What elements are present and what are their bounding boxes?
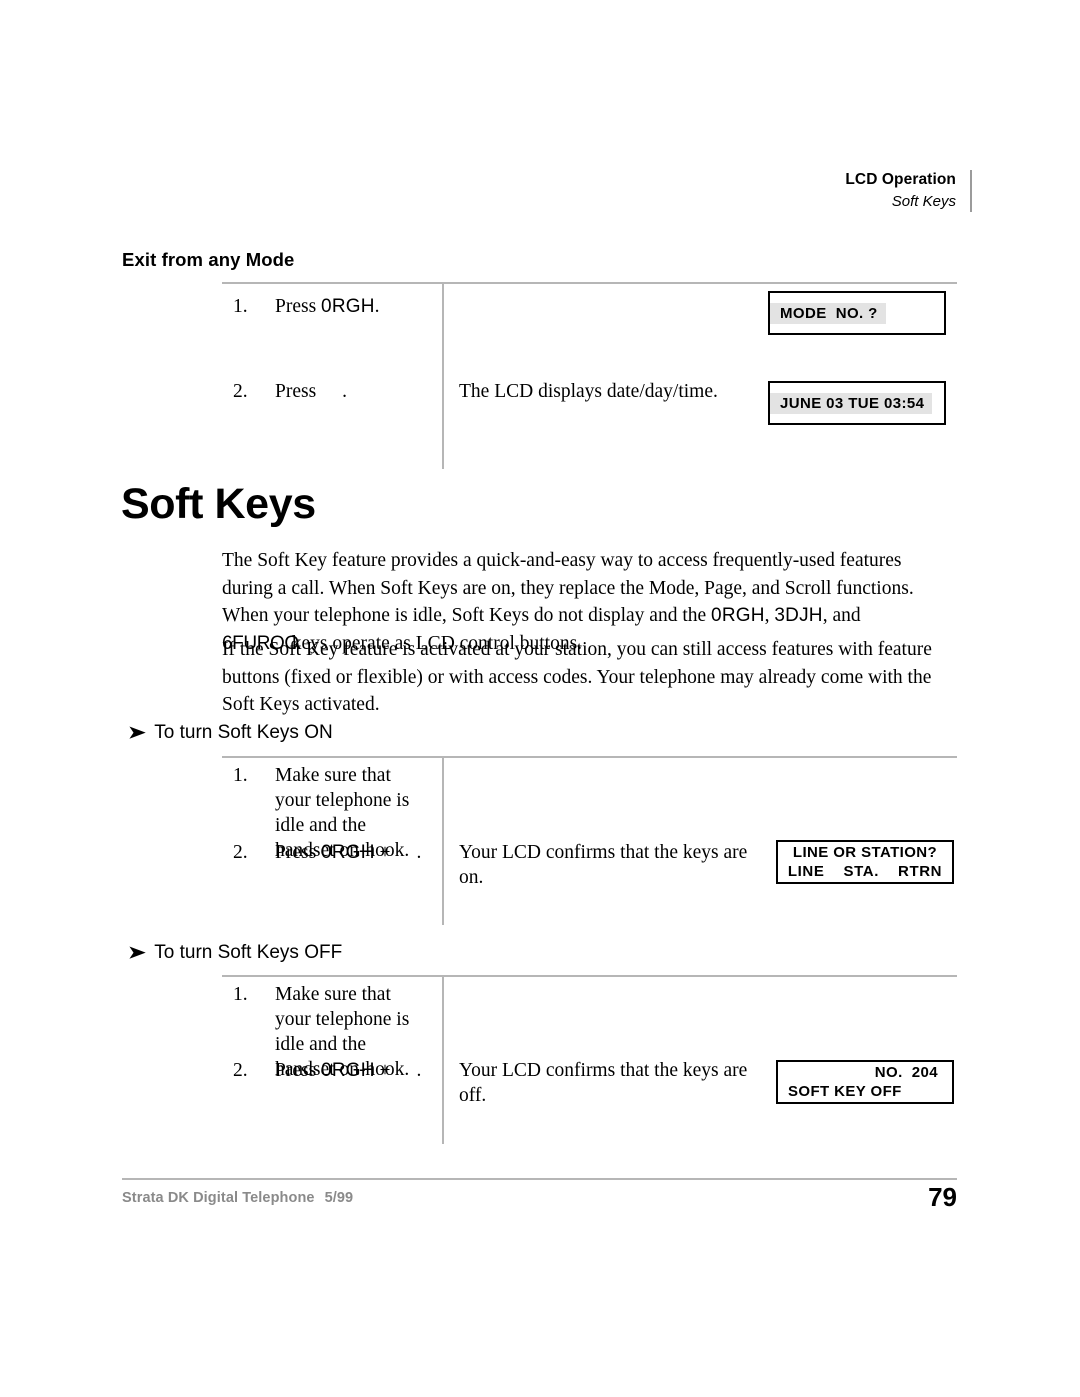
arrow-icon: ➤ — [128, 723, 146, 742]
step-period: . — [342, 381, 348, 402]
mode-key-glyph: 0RGH — [321, 296, 375, 317]
press-label: Press — [275, 296, 317, 317]
soft-keys-on-result: Your LCD confirms that the keys are on. — [459, 842, 748, 888]
running-header: LCD Operation Soft Keys — [700, 170, 972, 213]
lcd-line-1: JUNE 03 TUE 03:54 — [770, 392, 933, 414]
exit-step-2-result: The LCD displays date/day/time. — [459, 381, 718, 402]
lcd-line-2: SOFT KEY OFF — [788, 1083, 902, 1100]
step-text: Press. — [275, 379, 433, 404]
page-number: 79 — [928, 1182, 957, 1212]
table-column-divider — [442, 284, 444, 469]
procedure-heading-label: To turn Soft Keys OFF — [154, 942, 343, 963]
step-number: 2. — [233, 381, 248, 402]
procedure-heading-soft-keys-on: ➤ To turn Soft Keys ON — [128, 722, 333, 744]
mode-key-glyph: 0RGH — [321, 1060, 375, 1081]
footer-document-title: Strata DK Digital Telephone — [122, 1190, 315, 1206]
footer-date: 5/99 — [324, 1190, 354, 1206]
step-period: . — [374, 296, 380, 317]
footer-document-info: Strata DK Digital Telephone 5/99 — [122, 1190, 353, 1206]
press-label: Press — [275, 381, 317, 402]
step-number: 1. — [233, 984, 248, 1005]
mode-key-glyph: 0RGH — [321, 842, 375, 863]
key-separator: , — [764, 605, 775, 626]
lcd-line-1: MODE NO. ? — [770, 302, 886, 324]
lcd-line-1: LINE OR STATION? — [792, 844, 938, 861]
press-label: Press — [275, 842, 317, 863]
lcd-display-soft-key-off: NO. 204 SOFT KEY OFF — [776, 1060, 954, 1104]
step-number: 2. — [233, 1060, 248, 1081]
plus-sign: + — [379, 842, 391, 863]
step-text: Press 0RGH +. — [275, 1058, 443, 1083]
page-title: Soft Keys — [121, 480, 316, 528]
step-number: 2. — [233, 842, 248, 863]
plus-sign: + — [379, 1060, 391, 1081]
procedure-heading-label: To turn Soft Keys ON — [154, 722, 333, 743]
procedure-heading-soft-keys-off: ➤ To turn Soft Keys OFF — [128, 942, 342, 964]
key-separator: , and — [822, 605, 861, 626]
step-number: 1. — [233, 765, 248, 786]
intro-paragraph-2: If the Soft Key feature is activated at … — [222, 639, 932, 715]
mode-key-glyph: 0RGH — [711, 605, 765, 626]
lcd-display-line-or-station: LINE OR STATION? LINE STA. RTRN — [776, 840, 954, 884]
step-text: Press 0RGH. — [275, 294, 433, 319]
soft-keys-off-step-2: 2. Press 0RGH +. — [233, 1058, 443, 1083]
step-period: . — [416, 842, 422, 863]
footer-divider — [122, 1178, 957, 1180]
lcd-display-mode-no: MODE NO. ? — [768, 291, 946, 335]
soft-keys-on-step-2: 2. Press 0RGH +. — [233, 840, 443, 865]
press-label: Press — [275, 1060, 317, 1081]
document-page: LCD Operation Soft Keys Exit from any Mo… — [0, 0, 1080, 1397]
arrow-icon: ➤ — [128, 943, 146, 962]
header-section-title: Soft Keys — [891, 193, 956, 211]
step-text: Press 0RGH +. — [275, 840, 443, 865]
header-chapter-title: LCD Operation — [845, 171, 956, 188]
lcd-line-2: LINE STA. RTRN — [787, 863, 943, 880]
step-number: 1. — [233, 296, 248, 317]
exit-from-any-mode-heading: Exit from any Mode — [122, 249, 295, 270]
soft-keys-off-result: Your LCD confirms that the keys are off. — [459, 1060, 748, 1106]
exit-step-2: 2. Press. — [233, 379, 433, 404]
page-key-glyph: 3DJH — [774, 605, 823, 626]
lcd-line-1: NO. 204 — [874, 1064, 938, 1081]
lcd-display-datetime: JUNE 03 TUE 03:54 — [768, 381, 946, 425]
exit-step-1: 1. Press 0RGH. — [233, 294, 433, 319]
step-period: . — [416, 1060, 422, 1081]
